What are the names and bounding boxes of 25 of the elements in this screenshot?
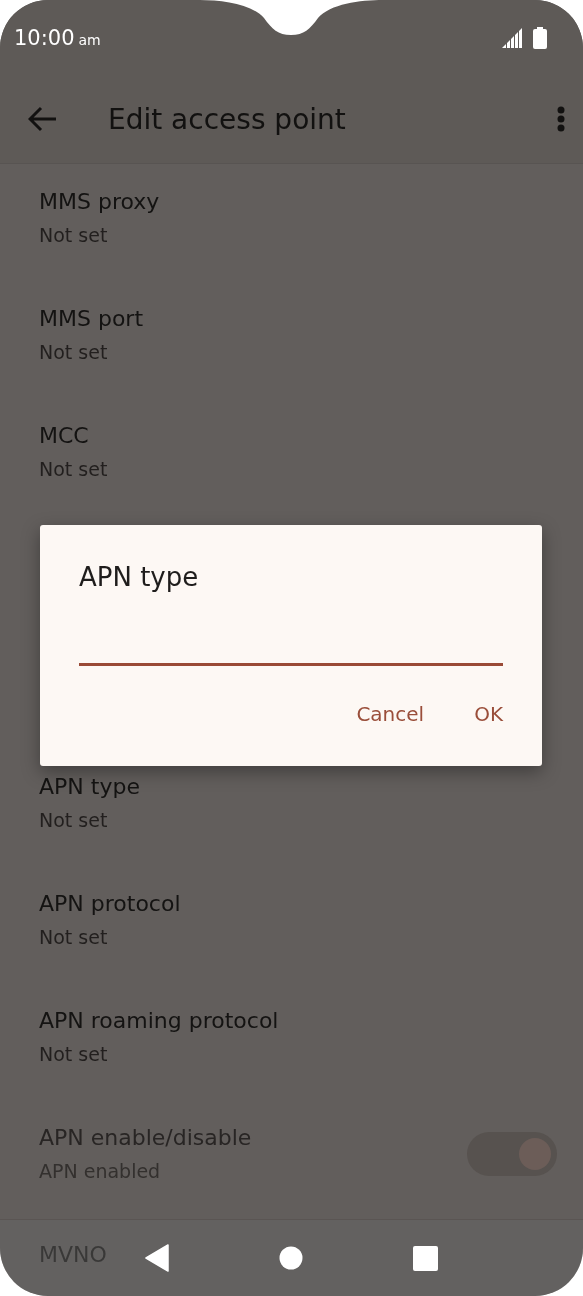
setting-summary: Not set <box>39 808 108 833</box>
setting-summary: Not set <box>39 340 108 365</box>
dialog-title: APN type <box>79 561 200 594</box>
setting-title: APN type <box>39 773 140 801</box>
setting-title: MMS port <box>39 305 144 333</box>
back-arrow-icon[interactable] <box>28 106 58 132</box>
dialog-button[interactable]: OK <box>458 696 519 732</box>
back-icon[interactable] <box>145 1244 169 1272</box>
setting-summary: Not set <box>39 457 108 482</box>
setting-title: MMS proxy <box>39 188 160 216</box>
recents-icon[interactable] <box>413 1245 438 1271</box>
setting-summary: Not set <box>39 925 108 950</box>
status-time: 10:00 am <box>14 25 101 50</box>
more-options-icon[interactable] <box>557 106 565 132</box>
setting-summary: Not set <box>39 1042 108 1067</box>
setting-title: APN roaming protocol <box>39 1007 279 1035</box>
signal-icon <box>501 26 523 49</box>
setting-summary: Not set <box>39 223 108 248</box>
setting-title: APN protocol <box>39 890 181 918</box>
dialog-button[interactable]: Cancel <box>340 696 441 732</box>
setting-title: APN enable/disable <box>39 1124 252 1152</box>
screen-title: Edit access point <box>108 102 347 136</box>
setting-title: MCC <box>39 422 89 450</box>
home-icon[interactable] <box>279 1246 303 1270</box>
battery-icon <box>533 26 547 49</box>
